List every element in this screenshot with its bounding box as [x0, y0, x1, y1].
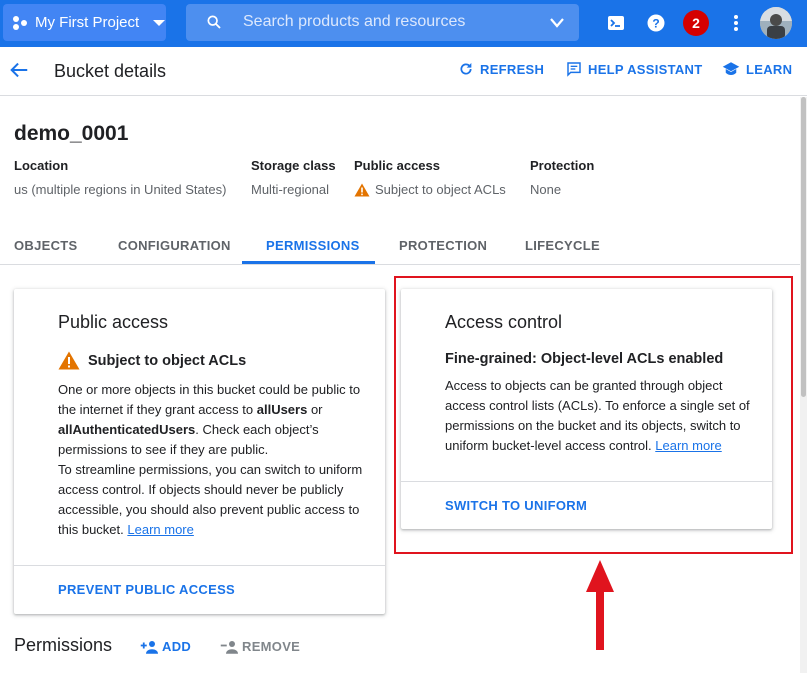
refresh-label: REFRESH [480, 61, 545, 77]
project-selector[interactable]: My First Project [3, 4, 166, 41]
search-icon [207, 15, 221, 29]
scrollbar[interactable] [800, 97, 807, 673]
chevron-down-icon[interactable] [549, 17, 565, 29]
public-access-card-title: Public access [58, 312, 169, 332]
storage-class-value: Multi-regional [251, 182, 330, 197]
public-access-label: Public access [354, 158, 440, 173]
tab-objects[interactable]: OBJECTS [14, 238, 78, 253]
add-person-icon [140, 640, 158, 654]
more-vert-icon[interactable] [724, 11, 748, 35]
storage-class-label: Storage class [251, 158, 336, 173]
text-bold: allAuthenticatedUsers [58, 422, 196, 437]
chat-icon [567, 62, 581, 77]
search-placeholder: Search products and resources [243, 13, 466, 30]
notification-badge[interactable]: 2 [683, 10, 709, 36]
location-label: Location [14, 158, 69, 173]
help-icon[interactable]: ? [644, 11, 668, 35]
add-label: ADD [162, 639, 192, 654]
chevron-down-icon [153, 19, 166, 26]
prevent-public-access-button[interactable]: PREVENT PUBLIC ACCESS [58, 582, 235, 597]
svg-text:?: ? [652, 17, 659, 31]
learn-button[interactable]: LEARN [722, 61, 792, 77]
cloud-shell-icon[interactable] [604, 11, 628, 35]
permissions-title: Permissions [14, 635, 113, 655]
page-header: Bucket details REFRESH HELP ASSISTANT LE… [0, 47, 807, 96]
refresh-button[interactable]: REFRESH [458, 61, 544, 77]
remove-permission-button[interactable]: REMOVE [220, 639, 300, 654]
tab-bar: OBJECTS CONFIGURATION PERMISSIONS PROTEC… [0, 226, 807, 265]
public-access-card-subtitle: Subject to object ACLs [58, 351, 246, 370]
tab-configuration[interactable]: CONFIGURATION [118, 238, 231, 253]
help-assistant-button[interactable]: HELP ASSISTANT [566, 61, 702, 77]
divider [14, 565, 385, 566]
bucket-name: demo_0001 [14, 122, 129, 145]
tab-permissions[interactable]: PERMISSIONS [266, 238, 360, 253]
search-input[interactable]: Search products and resources [186, 4, 579, 41]
protection-value: None [530, 182, 562, 197]
active-tab-indicator [242, 261, 375, 264]
scrollbar-thumb[interactable] [801, 97, 806, 397]
text-bold: allUsers [256, 402, 308, 417]
red-arrow-icon [586, 560, 614, 650]
public-access-subtitle-text: Subject to object ACLs [88, 352, 247, 369]
tab-protection[interactable]: PROTECTION [399, 238, 487, 253]
warning-icon [58, 351, 80, 370]
project-name: My First Project [35, 14, 140, 31]
project-icon [13, 15, 29, 31]
public-access-description: One or more objects in this bucket could… [58, 380, 373, 540]
help-assistant-label: HELP ASSISTANT [588, 61, 703, 77]
refresh-icon [460, 63, 472, 75]
highlight-box [394, 276, 793, 554]
public-access-text: Subject to object ACLs [375, 182, 506, 197]
text-segment: or [307, 402, 323, 417]
public-access-card: Public access Subject to object ACLs One… [14, 289, 385, 614]
learn-label: LEARN [746, 61, 793, 77]
remove-label: REMOVE [242, 639, 301, 654]
public-access-value: Subject to object ACLs [354, 182, 506, 197]
back-arrow-icon[interactable] [8, 59, 30, 81]
avatar[interactable] [760, 7, 792, 39]
learn-more-link[interactable]: Learn more [127, 522, 193, 537]
top-bar: My First Project Search products and res… [0, 0, 807, 47]
text-segment: To streamline permissions, you can switc… [58, 462, 363, 537]
remove-person-icon [220, 640, 238, 654]
school-icon [722, 62, 740, 75]
protection-label: Protection [530, 158, 595, 173]
tab-lifecycle[interactable]: LIFECYCLE [525, 238, 600, 253]
location-value: us (multiple regions in United States) [14, 182, 227, 197]
add-permission-button[interactable]: ADD [140, 639, 191, 654]
page-title: Bucket details [54, 61, 167, 81]
warning-icon [354, 183, 370, 196]
